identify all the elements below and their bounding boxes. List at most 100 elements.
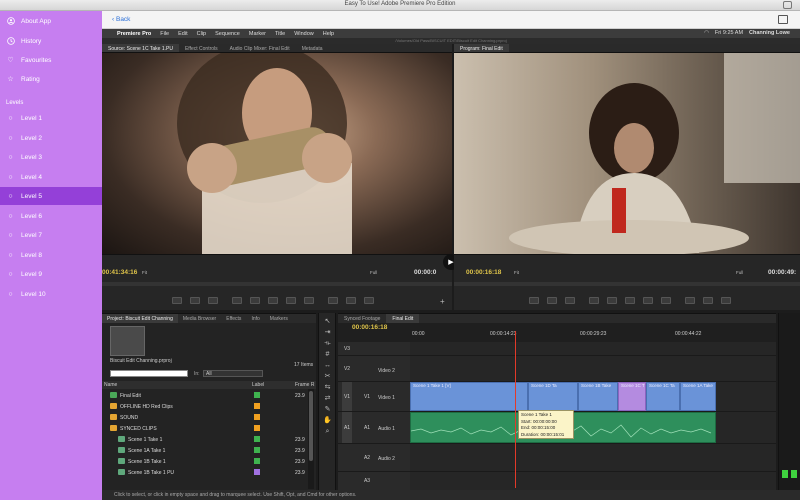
marker-button[interactable]: [172, 297, 182, 304]
track-header-v2[interactable]: V2 Video 2: [338, 356, 410, 382]
track-header-v3[interactable]: V3: [338, 342, 410, 356]
lift-button[interactable]: [685, 297, 695, 304]
mark-out-button[interactable]: [208, 297, 218, 304]
tab-metadata[interactable]: Metadata: [296, 44, 329, 52]
menu-sequence[interactable]: Sequence: [215, 31, 240, 37]
program-full-select[interactable]: Full: [736, 270, 743, 275]
column-label[interactable]: Label: [252, 382, 264, 388]
video-clip[interactable]: Scene 1 Take 1 [V]: [410, 382, 528, 411]
sidebar-item-rating[interactable]: ☆ Rating: [0, 70, 102, 88]
go-to-out-button[interactable]: [661, 297, 671, 304]
step-back-button[interactable]: [250, 297, 260, 304]
play-button[interactable]: [268, 297, 278, 304]
sidebar-item-level-8[interactable]: ○ Level 8: [0, 246, 102, 264]
tab-final-edit[interactable]: Final Edit: [386, 314, 420, 323]
slip-tool-icon[interactable]: ⇆: [323, 383, 332, 392]
menu-edit[interactable]: Edit: [178, 31, 187, 37]
menu-clip[interactable]: Clip: [197, 31, 206, 37]
step-forward-button[interactable]: [286, 297, 296, 304]
column-frame-rate[interactable]: Frame R: [295, 382, 314, 388]
rate-stretch-tool-icon[interactable]: ↔: [323, 361, 332, 370]
project-search-input[interactable]: [110, 370, 188, 377]
project-row[interactable]: Scene 1B Take 1 23.9: [102, 456, 316, 467]
menu-premiere[interactable]: Premiere Pro: [117, 31, 151, 37]
export-frame-button[interactable]: [721, 297, 731, 304]
menu-title[interactable]: Title: [275, 31, 285, 37]
step-forward-button[interactable]: [643, 297, 653, 304]
mark-in-button[interactable]: [547, 297, 557, 304]
rolling-edit-tool-icon[interactable]: #: [323, 350, 332, 359]
mark-in-button[interactable]: [190, 297, 200, 304]
razor-tool-icon[interactable]: ✂: [323, 372, 332, 381]
track-select-tool-icon[interactable]: ⇥: [323, 328, 332, 337]
track-header-a2[interactable]: A2 Audio 2: [338, 444, 410, 472]
zoom-tool-icon[interactable]: ⌕: [323, 427, 332, 436]
back-button[interactable]: ‹ Back: [112, 16, 130, 23]
ripple-edit-tool-icon[interactable]: ⟛: [323, 339, 332, 348]
source-patch-v1[interactable]: V1: [342, 382, 352, 411]
program-fit-select[interactable]: Fit: [514, 270, 519, 275]
menu-window[interactable]: Window: [294, 31, 314, 37]
track-lane-v3[interactable]: [410, 342, 776, 356]
track-header-a3[interactable]: A3: [338, 472, 410, 491]
sidebar-item-favourites[interactable]: ♡ Favourites: [0, 51, 102, 69]
source-scrub-bar[interactable]: [102, 282, 452, 286]
project-row[interactable]: SYNCED CLIPS: [102, 423, 316, 434]
expand-icon[interactable]: [778, 15, 788, 24]
play-button[interactable]: [625, 297, 635, 304]
sidebar-item-level-9[interactable]: ○ Level 9: [0, 265, 102, 283]
tab-synced-footage[interactable]: Synced Footage: [338, 314, 386, 323]
hand-tool-icon[interactable]: ✋: [323, 416, 332, 425]
tab-media-browser[interactable]: Media Browser: [178, 314, 221, 323]
project-row[interactable]: Scene 1A Take 1 23.9: [102, 445, 316, 456]
overwrite-button[interactable]: [346, 297, 356, 304]
tab-source[interactable]: Source: Scene 1C Take 1.PU: [102, 44, 179, 52]
add-button-icon[interactable]: +: [440, 297, 445, 306]
extract-button[interactable]: [703, 297, 713, 304]
tab-markers[interactable]: Markers: [265, 314, 293, 323]
video-clip[interactable]: Scene 1C Ta: [646, 382, 680, 411]
project-row[interactable]: Scene 1 Take 1 23.9: [102, 434, 316, 445]
video-clip[interactable]: Scene 1D Ta: [528, 382, 578, 411]
track-lane-a2[interactable]: [410, 444, 776, 472]
sidebar-item-level-3[interactable]: ○ Level 3: [0, 148, 102, 166]
tab-program[interactable]: Program: Final Edit: [454, 44, 509, 52]
project-row[interactable]: OFFLINE HD Red Clips: [102, 401, 316, 412]
track-lane-a3[interactable]: [410, 472, 776, 491]
step-back-button[interactable]: [607, 297, 617, 304]
menu-marker[interactable]: Marker: [249, 31, 266, 37]
track-lane-v2[interactable]: [410, 356, 776, 382]
go-to-in-button[interactable]: [589, 297, 599, 304]
sidebar-item-level-6[interactable]: ○ Level 6: [0, 207, 102, 225]
program-scrub-bar[interactable]: [454, 282, 800, 286]
track-lane-v1[interactable]: Scene 1 Take 1 [V] Scene 1D Ta Scene 1B …: [410, 382, 776, 412]
pen-tool-icon[interactable]: ✎: [323, 405, 332, 414]
playhead[interactable]: [515, 331, 516, 488]
column-name[interactable]: Name: [104, 382, 117, 388]
sidebar-item-level-1[interactable]: ○ Level 1: [0, 109, 102, 127]
mark-out-button[interactable]: [565, 297, 575, 304]
tab-effect-controls[interactable]: Effect Controls: [179, 44, 224, 52]
sidebar-item-level-7[interactable]: ○ Level 7: [0, 226, 102, 244]
go-to-in-button[interactable]: [232, 297, 242, 304]
tab-effects[interactable]: Effects: [221, 314, 246, 323]
go-to-out-button[interactable]: [304, 297, 314, 304]
source-fit-select[interactable]: Fit: [142, 270, 147, 275]
menu-file[interactable]: File: [160, 31, 169, 37]
source-patch-a1[interactable]: A1: [342, 412, 352, 443]
sidebar-item-level-10[interactable]: ○ Level 10: [0, 285, 102, 303]
fullscreen-icon[interactable]: [783, 1, 792, 9]
sidebar-item-history[interactable]: History: [0, 32, 102, 50]
source-full-select[interactable]: Full: [370, 270, 377, 275]
video-clip[interactable]: Scene 1C T: [618, 382, 646, 411]
tab-info[interactable]: Info: [246, 314, 264, 323]
sidebar-item-level-4[interactable]: ○ Level 4: [0, 168, 102, 186]
sidebar-item-level-2[interactable]: ○ Level 2: [0, 129, 102, 147]
tab-project[interactable]: Project: Biscuit Edit Channing: [102, 314, 178, 323]
track-header-a1[interactable]: A1 A1 Audio 1: [338, 412, 410, 444]
tab-audio-clip-mixer[interactable]: Audio Clip Mixer: Final Edit: [224, 44, 296, 52]
marker-button[interactable]: [529, 297, 539, 304]
video-clip[interactable]: Scene 1B Take: [578, 382, 618, 411]
sidebar-item-about[interactable]: About App: [0, 12, 102, 30]
project-row[interactable]: SOUND: [102, 412, 316, 423]
